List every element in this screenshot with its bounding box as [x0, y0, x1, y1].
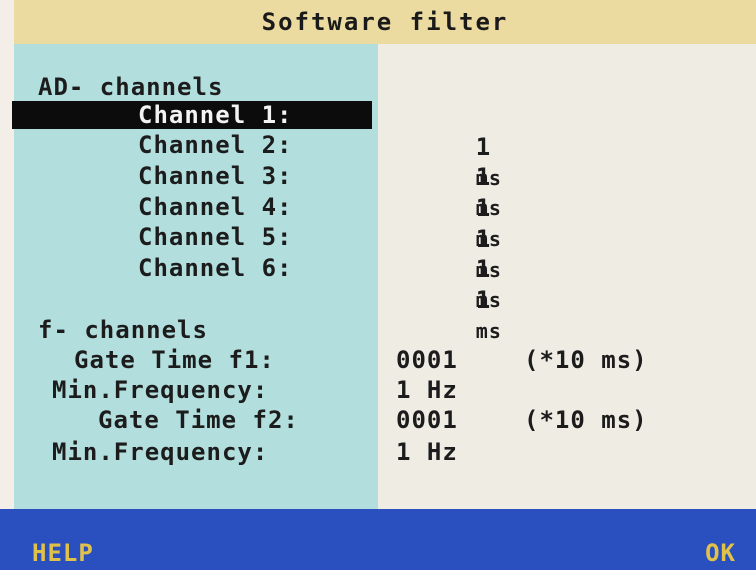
channel-6-value-number: 1	[475, 286, 492, 314]
window-title-text: Software filter	[261, 8, 509, 36]
ok-button[interactable]: OK	[705, 536, 736, 570]
gate-time-f2-value[interactable]: 0001	[396, 405, 458, 435]
channel-6-label[interactable]: Channel 6:	[138, 253, 293, 283]
channel-2-label[interactable]: Channel 2:	[138, 130, 293, 160]
gate-time-f1-value[interactable]: 0001	[396, 345, 458, 375]
footer-separator	[0, 509, 756, 523]
channel-1-label[interactable]: Channel 1:	[138, 100, 293, 130]
f-channels-heading: f- channels	[38, 316, 208, 344]
channel-3-label[interactable]: Channel 3:	[138, 161, 293, 191]
gate-time-f1-unit-note: (*10 ms)	[524, 346, 648, 374]
channel-4-label[interactable]: Channel 4:	[138, 192, 293, 222]
gate-time-f1-label[interactable]: Gate Time f1:	[74, 345, 275, 375]
gate-time-f2-label[interactable]: Gate Time f2:	[98, 405, 299, 435]
software-filter-screen: Software filter AD- channels Channel 1: …	[0, 0, 756, 570]
channel-5-label[interactable]: Channel 5:	[138, 222, 293, 252]
min-frequency-1-value[interactable]: 1 Hz	[396, 375, 458, 405]
min-frequency-1-label[interactable]: Min.Frequency:	[52, 375, 268, 405]
min-frequency-2-value[interactable]: 1 Hz	[396, 437, 458, 467]
window-title: Software filter	[14, 0, 756, 44]
footer-bar: HELP OK	[0, 523, 756, 570]
min-frequency-2-label[interactable]: Min.Frequency:	[52, 437, 268, 467]
gate-time-f2-unit-note: (*10 ms)	[524, 406, 648, 434]
ad-channels-heading: AD- channels	[38, 73, 224, 101]
channel-6-unit: ms	[475, 319, 502, 343]
help-button[interactable]: HELP	[32, 536, 94, 570]
